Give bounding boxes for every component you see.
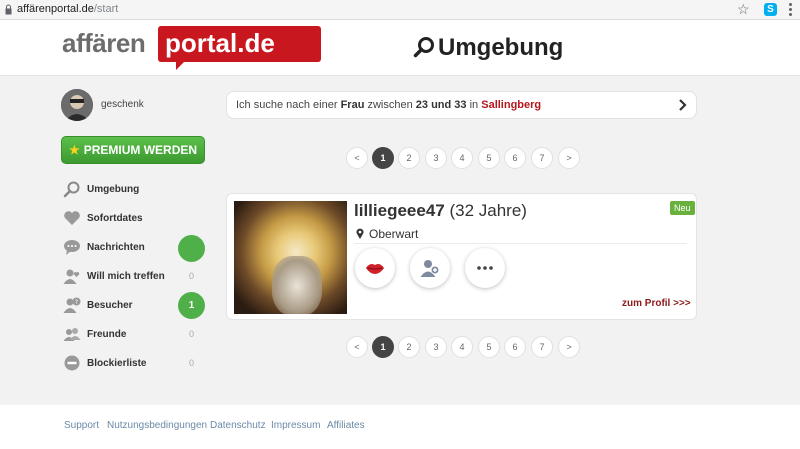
url-path: /start bbox=[93, 3, 119, 15]
svg-text:?: ? bbox=[75, 299, 78, 306]
page-1[interactable]: 1 bbox=[372, 147, 394, 169]
search-criteria-bar[interactable]: Ich suche nach einer Frau zwischen 23 un… bbox=[226, 91, 697, 119]
divider bbox=[354, 243, 687, 244]
heart-icon bbox=[64, 211, 80, 225]
visitors-badge: 1 bbox=[178, 292, 205, 319]
block-icon bbox=[64, 355, 80, 371]
sidebar-item-label: Besucher bbox=[87, 300, 133, 311]
username[interactable]: geschenk bbox=[101, 99, 144, 110]
page-7[interactable]: 7 bbox=[531, 336, 553, 358]
add-friend-button[interactable] bbox=[410, 248, 450, 288]
profile-name[interactable]: lilliegeee47 (32 Jahre) bbox=[354, 201, 527, 221]
user-question-icon: ? bbox=[63, 297, 81, 313]
page-6[interactable]: 6 bbox=[504, 147, 526, 169]
sidebar-item-label: Sofortdates bbox=[87, 213, 143, 224]
profile-location-text: Oberwart bbox=[369, 227, 419, 241]
star-icon: ★ bbox=[68, 143, 80, 157]
page-3[interactable]: 3 bbox=[425, 147, 447, 169]
sidebar-item-freunde[interactable]: Freunde 0 bbox=[63, 324, 203, 344]
sidebar-item-label: Freunde bbox=[87, 329, 127, 340]
pagination-next[interactable]: > bbox=[558, 147, 580, 169]
page-2[interactable]: 2 bbox=[398, 336, 420, 358]
kiss-button[interactable] bbox=[355, 248, 395, 288]
profile-location: Oberwart bbox=[356, 227, 418, 241]
profile-username: lilliegeee47 bbox=[354, 201, 445, 220]
page-5[interactable]: 5 bbox=[478, 147, 500, 169]
pagination-prev[interactable]: < bbox=[346, 147, 368, 169]
footer-link-nutzungsbedingungen[interactable]: Nutzungsbedingungen bbox=[107, 420, 207, 431]
profile-link[interactable]: zum Profil >>> bbox=[622, 298, 691, 309]
profile-card: lilliegeee47 (32 Jahre) Neu Oberwart zum… bbox=[226, 193, 697, 320]
sidebar-item-count: 0 bbox=[189, 329, 195, 339]
browser-toolbar: affärenportal.de/start ☆ S bbox=[0, 0, 800, 20]
users-icon bbox=[63, 328, 81, 341]
footer-link-impressum[interactable]: Impressum bbox=[271, 420, 320, 431]
footer-link-support[interactable]: Support bbox=[64, 420, 99, 431]
profile-photo[interactable] bbox=[234, 201, 347, 314]
premium-button[interactable]: ★ PREMIUM WERDEN bbox=[61, 136, 205, 164]
page-4[interactable]: 4 bbox=[451, 336, 473, 358]
lips-icon bbox=[366, 264, 384, 274]
address-bar[interactable]: affärenportal.de/start bbox=[17, 3, 118, 15]
sidebar-item-umgebung[interactable]: Umgebung bbox=[63, 179, 203, 199]
pagination-prev[interactable]: < bbox=[346, 336, 368, 358]
sidebar-item-label: Nachrichten bbox=[87, 242, 145, 253]
sidebar-item-will-mich-treffen[interactable]: Will mich treffen 0 bbox=[63, 266, 203, 286]
page-title-text: Umgebung bbox=[438, 34, 564, 61]
messages-badge bbox=[178, 235, 205, 262]
page-2[interactable]: 2 bbox=[398, 147, 420, 169]
search-between: zwischen bbox=[367, 99, 413, 111]
page-4[interactable]: 4 bbox=[451, 147, 473, 169]
chat-icon bbox=[64, 240, 80, 255]
sidebar-item-count: 0 bbox=[189, 358, 195, 368]
search-age-range: 23 und 33 bbox=[415, 99, 467, 111]
logo-text-portal: portal.de bbox=[165, 28, 275, 58]
sidebar-item-label: Will mich treffen bbox=[87, 271, 165, 282]
site-footer: Support Nutzungsbedingungen Datenschutz … bbox=[0, 405, 800, 449]
skype-extension-icon[interactable]: S bbox=[764, 3, 777, 16]
profile-age: (32 Jahre) bbox=[449, 201, 527, 220]
browser-menu-icon[interactable] bbox=[789, 3, 792, 18]
footer-link-affiliates[interactable]: Affiliates bbox=[327, 420, 365, 431]
url-host: affärenportal.de bbox=[17, 3, 94, 15]
logo-text-affaeren: affären bbox=[62, 28, 146, 58]
footer-link-datenschutz[interactable]: Datenschutz bbox=[210, 420, 266, 431]
search-gender: Frau bbox=[340, 99, 365, 111]
page-6[interactable]: 6 bbox=[504, 336, 526, 358]
sidebar-item-sofortdates[interactable]: Sofortdates bbox=[63, 208, 203, 228]
more-icon bbox=[477, 266, 493, 270]
chevron-right-icon bbox=[679, 99, 687, 111]
sidebar-item-blockierliste[interactable]: Blockierliste 0 bbox=[63, 353, 203, 373]
search-prefix: Ich suche nach einer bbox=[236, 99, 338, 111]
map-pin-icon bbox=[356, 228, 364, 239]
page-3[interactable]: 3 bbox=[425, 336, 447, 358]
new-badge: Neu bbox=[670, 201, 695, 215]
bookmark-star-icon[interactable]: ☆ bbox=[737, 1, 750, 17]
page-title: Umgebung bbox=[413, 34, 563, 62]
more-options-button[interactable] bbox=[465, 248, 505, 288]
page-7[interactable]: 7 bbox=[531, 147, 553, 169]
search-criteria-text: Ich suche nach einer Frau zwischen 23 un… bbox=[236, 99, 541, 111]
page-5[interactable]: 5 bbox=[478, 336, 500, 358]
search-location: Sallingberg bbox=[481, 99, 542, 111]
pagination-next[interactable]: > bbox=[558, 336, 580, 358]
sidebar-item-count: 0 bbox=[189, 271, 195, 281]
add-user-icon bbox=[420, 260, 440, 277]
page-1[interactable]: 1 bbox=[372, 336, 394, 358]
site-header: affären portal.de Umgebung bbox=[0, 20, 800, 76]
sidebar-item-label: Umgebung bbox=[87, 184, 140, 195]
search-icon bbox=[63, 181, 80, 198]
lock-icon bbox=[5, 4, 12, 15]
premium-label: PREMIUM WERDEN bbox=[83, 143, 198, 157]
user-heart-icon bbox=[63, 269, 80, 284]
avatar[interactable] bbox=[61, 89, 93, 121]
search-in: in bbox=[469, 99, 479, 111]
search-icon bbox=[413, 37, 434, 58]
sidebar-item-label: Blockierliste bbox=[87, 358, 147, 369]
